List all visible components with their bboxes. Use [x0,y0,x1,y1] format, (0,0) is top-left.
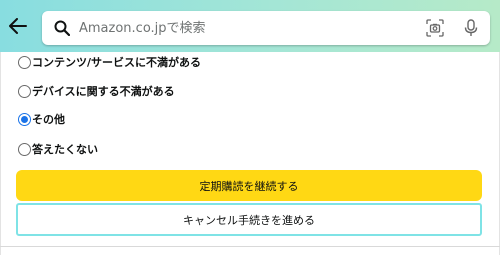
radio-button[interactable] [18,55,31,69]
microphone-icon[interactable] [461,18,481,38]
reason-label: コンテンツ/サービスに不満がある [32,56,202,69]
radio-button-selected[interactable] [18,112,31,126]
camera-scan-icon[interactable] [425,18,445,38]
search-box[interactable] [42,11,490,45]
reason-option-device[interactable]: デバイスに関する不満がある [18,81,175,101]
continue-subscription-button[interactable]: 定期購読を継続する [16,170,482,201]
top-navigation-bar [0,0,500,52]
search-input[interactable] [79,13,425,43]
reason-label: その他 [32,113,65,126]
reason-option-other[interactable]: その他 [18,109,65,129]
radio-button[interactable] [18,142,31,156]
radio-button[interactable] [18,84,31,98]
reason-option-no-answer[interactable]: 答えたくない [18,139,98,159]
search-icon [53,19,71,37]
reason-label: 答えたくない [32,143,98,156]
arrow-left-icon [9,18,27,34]
reason-option-content[interactable]: コンテンツ/サービスに不満がある [18,52,201,72]
reason-label: デバイスに関する不満がある [32,85,175,98]
back-button[interactable] [6,14,30,38]
divider [0,246,500,247]
proceed-cancellation-button[interactable]: キャンセル手続きを進める [16,203,482,236]
